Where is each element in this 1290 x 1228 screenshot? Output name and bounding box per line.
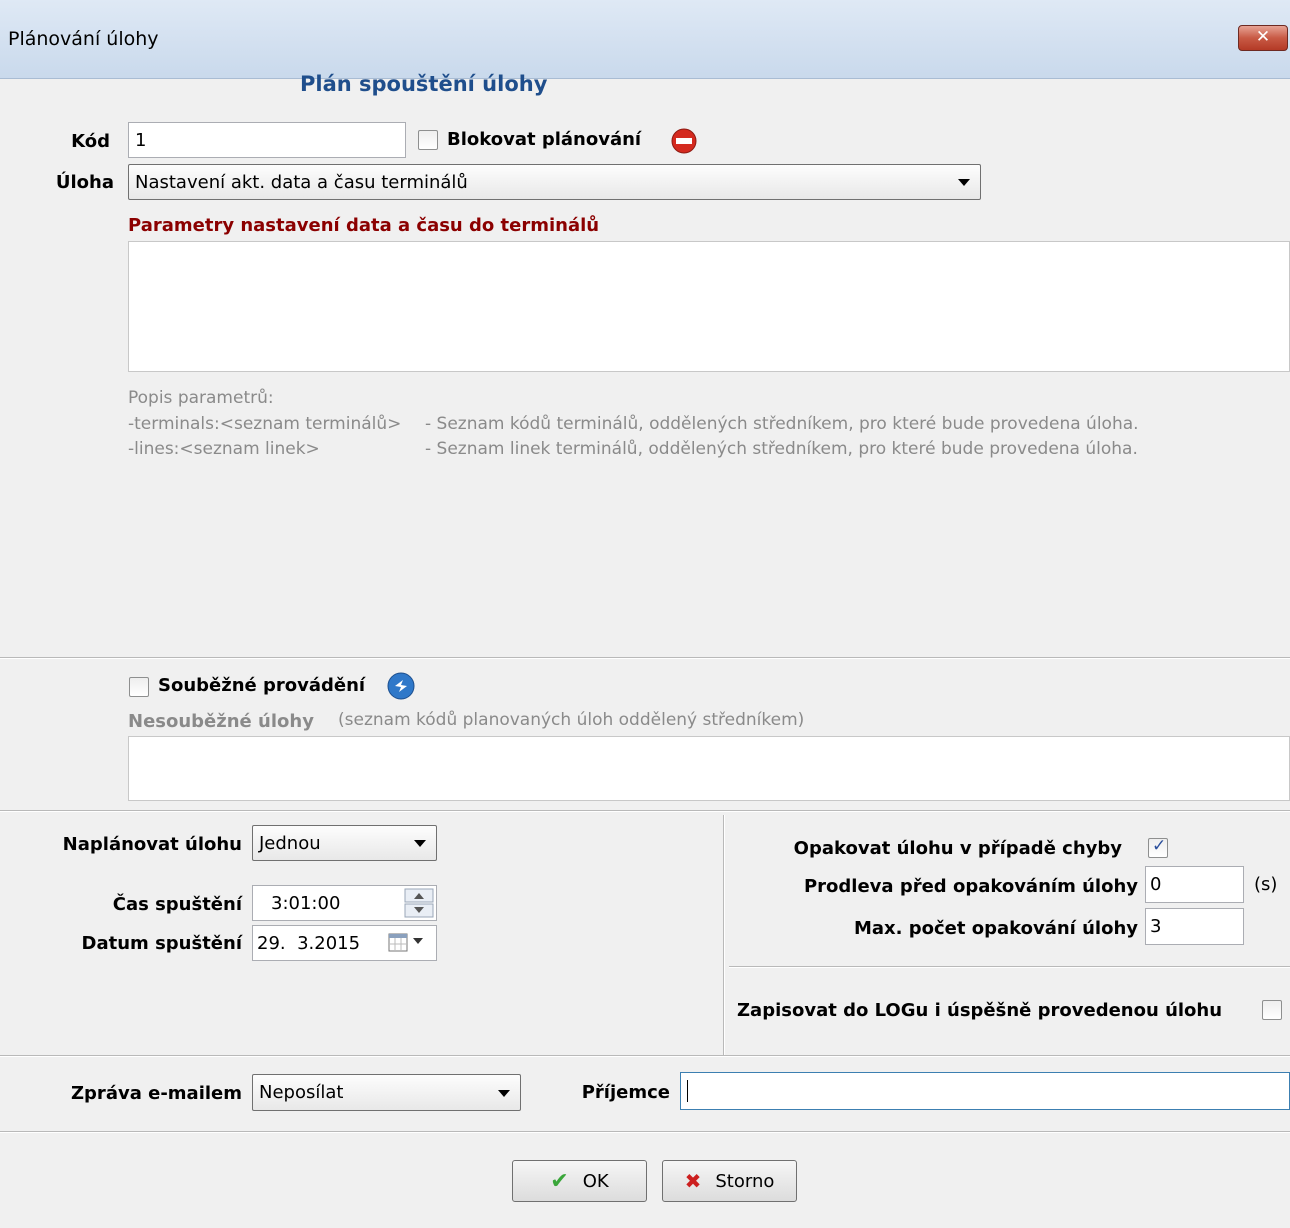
cancel-button[interactable]: ✖ Storno xyxy=(662,1160,797,1202)
delay-value: 0 xyxy=(1150,874,1162,895)
log-label: Zapisovat do LOGu i úspěšně provedenou ú… xyxy=(737,1000,1223,1021)
separator xyxy=(729,966,1290,968)
time-spinner[interactable] xyxy=(404,888,434,918)
x-icon: ✖ xyxy=(684,1169,702,1193)
concurrent-checkbox[interactable] xyxy=(129,677,149,697)
text-caret xyxy=(687,1080,688,1102)
recipient-label: Příjemce xyxy=(581,1082,670,1103)
chevron-down-icon xyxy=(414,840,426,847)
form-title: Plán spouštění úlohy xyxy=(300,72,548,96)
email-select[interactable]: Neposílat xyxy=(252,1074,521,1111)
plan-value: Jednou xyxy=(259,832,321,854)
ok-label: OK xyxy=(582,1170,609,1192)
recipient-input[interactable] xyxy=(680,1072,1290,1110)
param2-name: -lines:<seznam linek> xyxy=(128,439,320,459)
title-bar: Plánování úlohy ✕ xyxy=(0,0,1290,79)
email-value: Neposílat xyxy=(259,1082,344,1103)
nonconcurrent-label: Nesouběžné úlohy xyxy=(128,711,314,732)
separator xyxy=(0,810,1290,812)
separator xyxy=(0,1131,1290,1133)
params-desc-title: Popis parametrů: xyxy=(128,388,274,408)
params-textarea[interactable] xyxy=(128,241,1290,372)
params-title: Parametry nastavení data a času do termi… xyxy=(128,215,600,236)
plan-label: Naplánovat úlohu xyxy=(62,834,242,855)
task-value: Nastavení akt. data a času terminálů xyxy=(135,171,468,193)
param1-desc: - Seznam kódů terminálů, oddělených stře… xyxy=(425,414,1139,434)
block-checkbox[interactable] xyxy=(418,130,438,150)
check-icon: ✔ xyxy=(550,1168,569,1194)
calendar-icon[interactable] xyxy=(388,931,428,955)
chevron-down-icon xyxy=(498,1089,510,1097)
delay-input[interactable]: 0 xyxy=(1145,866,1244,903)
date-value: 29. 3.2015 xyxy=(257,932,361,954)
close-button[interactable]: ✕ xyxy=(1238,25,1288,51)
nonconcurrent-textarea[interactable] xyxy=(128,736,1290,801)
vertical-separator xyxy=(723,815,725,1055)
task-select[interactable]: Nastavení akt. data a času terminálů xyxy=(128,164,981,200)
nonconcurrent-hint: (seznam kódů planovaných úloh oddělený s… xyxy=(338,710,805,730)
separator xyxy=(0,657,1290,659)
plan-select[interactable]: Jednou xyxy=(252,825,437,861)
window-title: Plánování úlohy xyxy=(8,28,159,50)
date-label: Datum spuštění xyxy=(81,933,242,954)
chevron-down-icon xyxy=(958,179,970,186)
time-label: Čas spuštění xyxy=(112,894,242,915)
separator xyxy=(0,1055,1290,1057)
task-label: Úloha xyxy=(55,172,114,193)
max-value: 3 xyxy=(1150,916,1162,937)
close-icon: ✕ xyxy=(1255,27,1271,47)
kod-label: Kód xyxy=(71,131,110,152)
email-label: Zpráva e-mailem xyxy=(71,1083,242,1104)
delay-unit: (s) xyxy=(1254,874,1278,895)
repeat-label: Opakovat úlohu v případě chyby xyxy=(793,838,1122,859)
cancel-label: Storno xyxy=(715,1170,775,1192)
ok-button[interactable]: ✔ OK xyxy=(512,1160,647,1202)
log-checkbox[interactable] xyxy=(1262,1000,1282,1020)
repeat-checkbox[interactable] xyxy=(1148,836,1168,858)
param2-desc: - Seznam linek terminálů, oddělených stř… xyxy=(425,439,1138,459)
info-globe-icon xyxy=(386,671,416,701)
max-label: Max. počet opakování úlohy xyxy=(853,918,1138,939)
delay-label: Prodleva před opakováním úlohy xyxy=(803,876,1138,897)
max-input[interactable]: 3 xyxy=(1145,908,1244,945)
kod-input[interactable]: 1 xyxy=(128,122,406,158)
kod-value: 1 xyxy=(135,129,147,151)
param1-name: -terminals:<seznam terminálů> xyxy=(128,414,402,434)
no-entry-icon xyxy=(669,128,699,154)
concurrent-label: Souběžné provádění xyxy=(158,675,366,696)
block-label: Blokovat plánování xyxy=(447,129,642,150)
time-value: 3:01:00 xyxy=(271,892,341,914)
